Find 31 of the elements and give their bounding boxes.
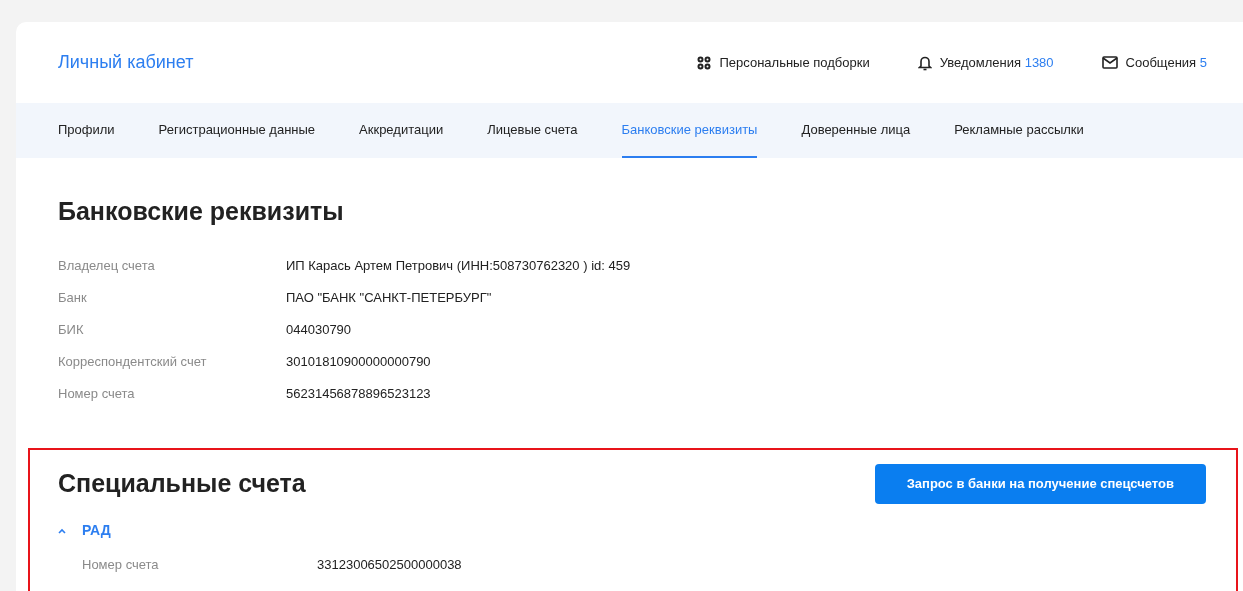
tab[interactable]: Доверенные лица — [801, 103, 911, 158]
tab[interactable]: Лицевые счета — [487, 103, 578, 158]
tab[interactable]: Профили — [58, 103, 115, 158]
request-button[interactable]: Запрос в банки на получение спецсчетов — [874, 464, 1206, 504]
tab[interactable]: Регистрационные данные — [158, 103, 316, 158]
group-toggle[interactable]: РАД — [58, 520, 111, 541]
field-value: ИП Карась Артем Петрович (ИНН:508730762320 ) id: 459 — [286, 257, 631, 276]
page-title: Личный кабинет — [58, 51, 194, 74]
field-value: 044030790 — [286, 321, 352, 340]
tab[interactable]: Рекламные рассылки — [954, 103, 1084, 158]
field-label: Банк — [58, 289, 88, 308]
field-label: Номер счета — [58, 385, 136, 404]
field-label: Номер счета — [82, 556, 160, 575]
field-value: ПАО "БАНК "САНКТ-ПЕТЕРБУРГ" — [286, 289, 492, 308]
field-value: 30101810900000000790 — [286, 353, 431, 372]
header-link[interactable]: Сообщения 5 — [1101, 52, 1207, 73]
collections-icon — [697, 55, 712, 70]
field-label: Корреспондентский счет — [58, 353, 208, 372]
field-label: Владелец счета — [58, 257, 156, 276]
tab[interactable]: Аккредитации — [359, 103, 444, 158]
section-heading: Специальные счета — [58, 468, 306, 498]
messages-icon — [1101, 56, 1118, 69]
caret-icon — [58, 527, 66, 534]
field-value: 56231456878896523123 — [286, 385, 431, 404]
tab[interactable]: Банковские реквизиты — [621, 103, 758, 158]
field-value: 33123006502500000038 — [317, 556, 462, 575]
notifications-icon — [917, 54, 932, 71]
section-heading: Банковские реквизиты — [58, 196, 345, 226]
header-link[interactable]: Уведомления 1380 — [917, 52, 1054, 73]
header-link[interactable]: Персональные подборки — [697, 52, 870, 73]
field-label: БИК — [58, 321, 85, 340]
